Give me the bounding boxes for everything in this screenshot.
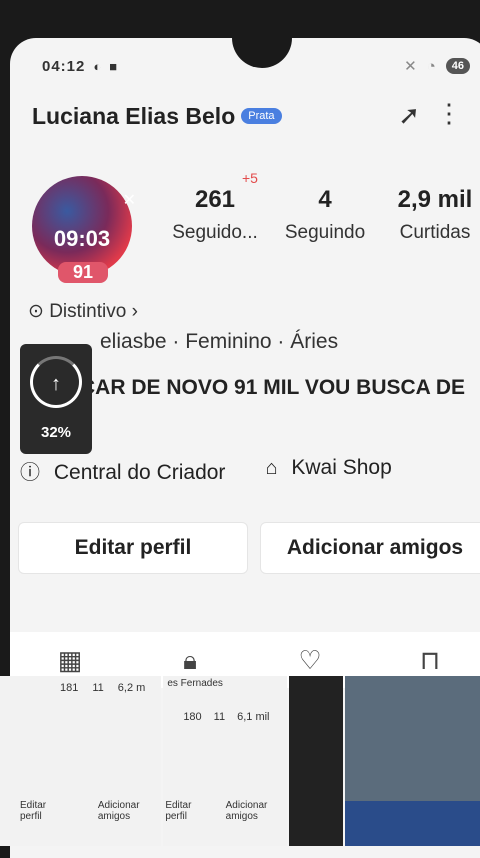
- thumb-buttons: Editar perfil Adicionar amigos: [165, 800, 286, 822]
- thumb-stat: 11: [213, 711, 226, 723]
- level-badge[interactable]: Prata: [241, 108, 282, 124]
- creator-center-label: Central do Criador: [53, 461, 226, 484]
- status-time: 04:12: [42, 57, 86, 75]
- bluetooth-icon: ✕: [404, 58, 417, 75]
- stat-followers[interactable]: 261 Seguido...: [160, 186, 270, 244]
- badge-icon: ⊙: [28, 301, 44, 322]
- status-bar: 04:12 ◐ ■ ✕ ◔ 46: [42, 56, 470, 76]
- stat-value: 4: [318, 186, 332, 213]
- lightning-icon: ⓘ: [20, 462, 40, 484]
- profile-bio: ÇAR DE NOVO 91 MIL VOU BUSCA DE: [80, 376, 466, 399]
- new-followers-badge: +5: [242, 170, 258, 186]
- signal-icon: ◐: [93, 58, 102, 74]
- stat-likes[interactable]: 2,9 mil Curtidas: [380, 186, 480, 244]
- thumb-name: es Fernades: [167, 678, 223, 689]
- thumb-stats: 180 11 6,1 mil: [163, 691, 286, 723]
- thumb-stat: 6,1 mil: [237, 711, 270, 723]
- close-icon[interactable]: ✕: [123, 190, 136, 210]
- upload-arrow-icon: ↑: [30, 356, 82, 408]
- stat-following[interactable]: 4 Seguindo: [270, 186, 380, 244]
- kwai-shop-link[interactable]: ⌂ Kwai Shop: [265, 456, 391, 485]
- distintivo-label: Distintivo: [49, 301, 127, 322]
- info-text: eliasbe · Feminino · Áries: [100, 330, 339, 353]
- stat-label: Seguido...: [172, 222, 258, 243]
- avatar-score: 91: [58, 262, 108, 283]
- thumb-edit-label: Editar perfil: [165, 800, 192, 822]
- share-icon[interactable]: ➚: [398, 100, 420, 131]
- avatar-clock: 09:03: [53, 226, 111, 251]
- thumb-stat: 180: [183, 711, 202, 723]
- thumb-stats: 181 11 6,2 m: [0, 676, 161, 694]
- chevron-right-icon: ›: [131, 301, 138, 322]
- edit-profile-button[interactable]: Editar perfil: [18, 522, 248, 574]
- avatar[interactable]: 09:03 91 ✕: [32, 176, 136, 294]
- grid-icon: ▦: [57, 645, 83, 675]
- profile-stats: 261 Seguido... 4 Seguindo 2,9 mil Curtid…: [160, 186, 480, 244]
- video-thumbnail[interactable]: es Fernades 180 11 6,1 mil Editar perfil…: [163, 676, 287, 846]
- heart-icon: ♡: [298, 645, 322, 675]
- stat-label: Curtidas: [399, 222, 471, 243]
- thumb-add-label: Adicionar amigos: [225, 800, 268, 822]
- wifi-icon: ◔: [426, 57, 436, 75]
- battery-badge: 46: [445, 58, 470, 74]
- profile-buttons: Editar perfil Adicionar amigos: [18, 522, 480, 574]
- video-thumbnail[interactable]: 181 11 6,2 m Editar perfil Adicionar ami…: [0, 676, 162, 846]
- video-thumbnail[interactable]: [344, 676, 480, 846]
- notification-icon: ■: [109, 58, 118, 74]
- upload-progress: ↑ 32%: [20, 344, 92, 454]
- video-grid: 181 11 6,2 m Editar perfil Adicionar ami…: [0, 676, 480, 846]
- thumb-stat: 11: [92, 682, 104, 694]
- profile-name: Luciana Elias Belo: [32, 102, 236, 129]
- thumb-edit-label: Editar perfil: [20, 800, 47, 822]
- profile-header: Luciana Elias Belo Prata ➚ ⋮: [32, 96, 480, 136]
- more-options-icon[interactable]: ⋮: [436, 98, 462, 129]
- lock-icon: 🔒︎: [183, 645, 197, 675]
- kwai-shop-label: Kwai Shop: [291, 456, 392, 479]
- creator-center-link[interactable]: ⓘ Central do Criador: [20, 456, 225, 485]
- shopping-bag-icon: ⌂: [265, 457, 278, 479]
- thumb-stat: 181: [60, 682, 79, 694]
- thumb-image: [344, 801, 480, 846]
- stat-value: 261: [194, 186, 236, 213]
- stat-label: Seguindo: [284, 222, 366, 243]
- thumb-stat: 6,2 m: [117, 682, 146, 694]
- bookmark-icon: ⊓: [419, 645, 441, 675]
- upload-percent: 32%: [40, 424, 72, 441]
- distintivo-link[interactable]: ⊙ Distintivo ›: [28, 300, 138, 323]
- add-friends-button[interactable]: Adicionar amigos: [260, 522, 480, 574]
- creator-actions: ⓘ Central do Criador ⌂ Kwai Shop: [20, 456, 480, 485]
- video-thumbnail[interactable]: [288, 676, 343, 846]
- stat-value: 2,9 mil: [397, 186, 473, 213]
- thumb-buttons: Editar perfil Adicionar amigos: [20, 800, 161, 822]
- thumb-add-label: Adicionar amigos: [97, 800, 140, 822]
